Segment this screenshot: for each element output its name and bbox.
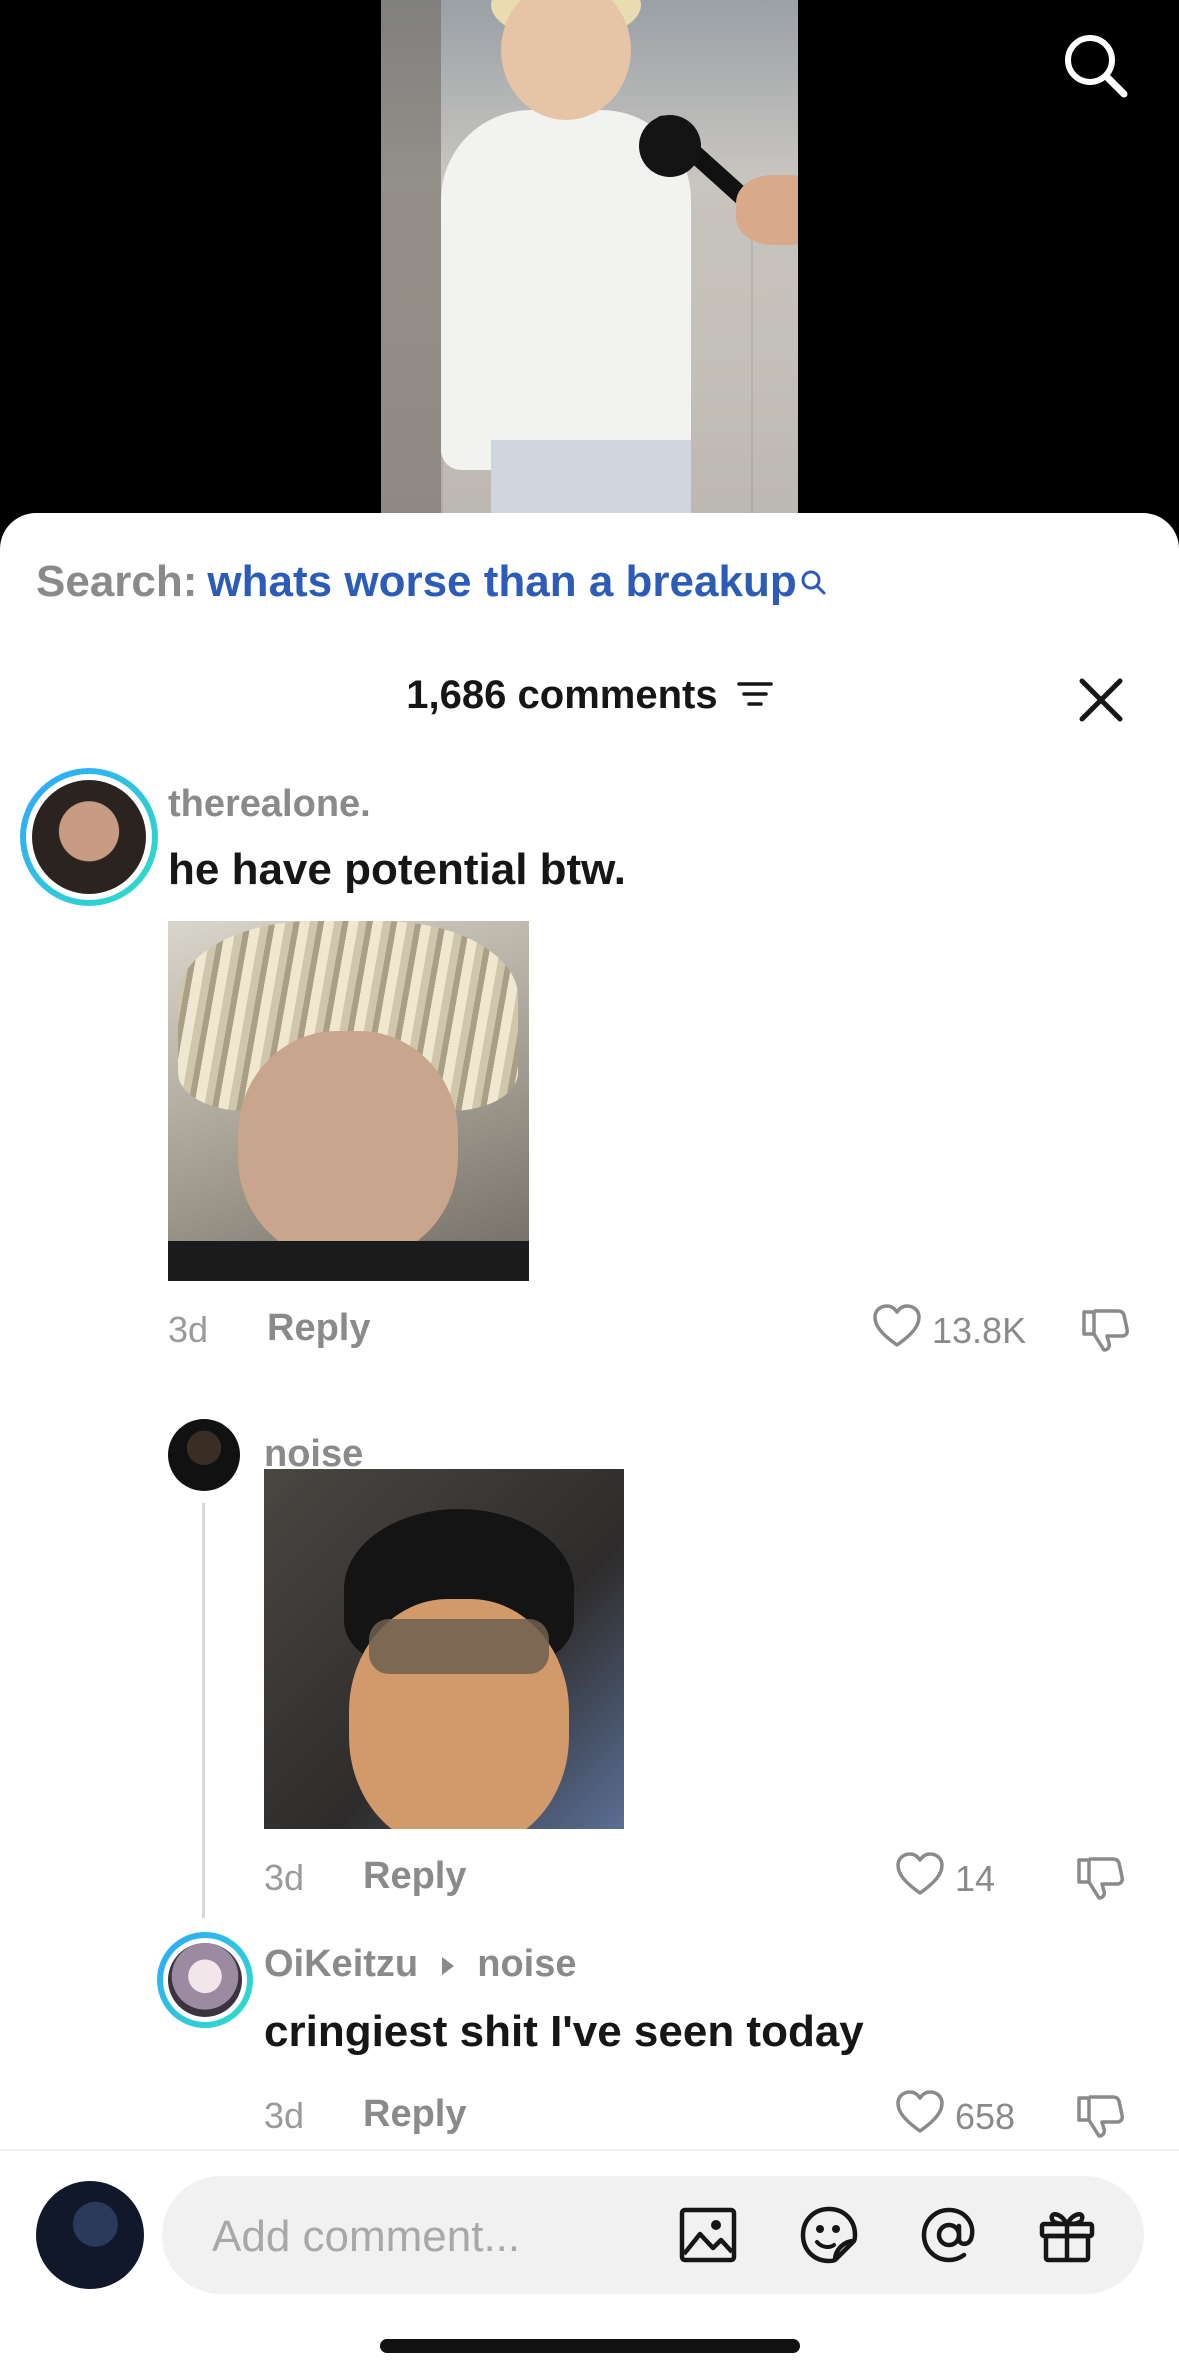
heart-icon bbox=[872, 1303, 922, 1358]
avatar[interactable] bbox=[36, 2181, 144, 2289]
comment-image[interactable] bbox=[168, 921, 529, 1281]
reply-button[interactable]: Reply bbox=[363, 2093, 466, 2136]
search-suggestion[interactable]: Search: whats worse than a breakup bbox=[36, 557, 827, 607]
search-small-icon bbox=[799, 557, 827, 607]
comment-age: 3d bbox=[168, 1309, 209, 1350]
dislike-icon[interactable] bbox=[1080, 1306, 1132, 1359]
like-button[interactable]: 658 bbox=[895, 2089, 1015, 2144]
avatar[interactable] bbox=[168, 1419, 240, 1491]
reply-button[interactable]: Reply bbox=[267, 1307, 370, 1350]
comments-sheet: Search: whats worse than a breakup 1,686 … bbox=[0, 513, 1179, 2379]
sticker-icon[interactable] bbox=[798, 2204, 860, 2266]
comment-age: 3d bbox=[264, 1857, 305, 1898]
comment-input[interactable]: Add comment... bbox=[162, 2176, 1144, 2294]
search-icon[interactable] bbox=[1060, 30, 1130, 100]
reply-button[interactable]: Reply bbox=[363, 1855, 466, 1898]
comment-input-placeholder: Add comment... bbox=[212, 2212, 521, 2261]
reply-header: OiKeitzu noise bbox=[264, 1943, 577, 1987]
sort-filter-icon[interactable] bbox=[736, 675, 773, 720]
reply-arrow-icon bbox=[439, 1944, 457, 1987]
avatar-story-ring[interactable] bbox=[157, 1932, 253, 2028]
avatar bbox=[32, 780, 146, 894]
like-count: 13.8K bbox=[932, 1309, 1027, 1351]
divider bbox=[0, 2149, 1179, 2151]
comments-count: 1,686 comments bbox=[406, 673, 718, 717]
avatar-story-ring[interactable] bbox=[20, 768, 158, 906]
dislike-icon[interactable] bbox=[1075, 1854, 1127, 1907]
like-count: 14 bbox=[955, 1857, 996, 1899]
comment-text: cringiest shit I've seen today bbox=[264, 2007, 864, 2056]
search-query-link[interactable]: whats worse than a breakup bbox=[207, 557, 796, 606]
close-icon[interactable] bbox=[1074, 673, 1128, 727]
heart-icon bbox=[895, 1851, 945, 1906]
mention-icon[interactable] bbox=[918, 2204, 980, 2266]
avatar bbox=[168, 1943, 242, 2017]
image-icon[interactable] bbox=[677, 2204, 739, 2266]
like-button[interactable]: 14 bbox=[895, 1851, 995, 1906]
comment-text: he have potential btw. bbox=[168, 845, 626, 894]
comment-username[interactable]: therealone. bbox=[168, 783, 371, 826]
comment-image[interactable] bbox=[264, 1469, 624, 1829]
home-indicator[interactable] bbox=[380, 2339, 800, 2353]
comment-username[interactable]: OiKeitzu bbox=[264, 1943, 418, 1985]
gift-icon[interactable] bbox=[1036, 2204, 1098, 2266]
search-label: Search: bbox=[36, 557, 198, 606]
video-frame bbox=[381, 0, 798, 515]
dislike-icon[interactable] bbox=[1075, 2092, 1127, 2145]
reply-to-username[interactable]: noise bbox=[477, 1943, 576, 1985]
like-count: 658 bbox=[955, 2095, 1016, 2137]
comments-count-title[interactable]: 1,686 comments bbox=[0, 673, 1179, 720]
video-player[interactable] bbox=[0, 0, 1179, 540]
heart-icon bbox=[895, 2089, 945, 2144]
like-button[interactable]: 13.8K bbox=[872, 1303, 1026, 1358]
comment-age: 3d bbox=[264, 2095, 305, 2136]
thread-line bbox=[202, 1503, 205, 1918]
